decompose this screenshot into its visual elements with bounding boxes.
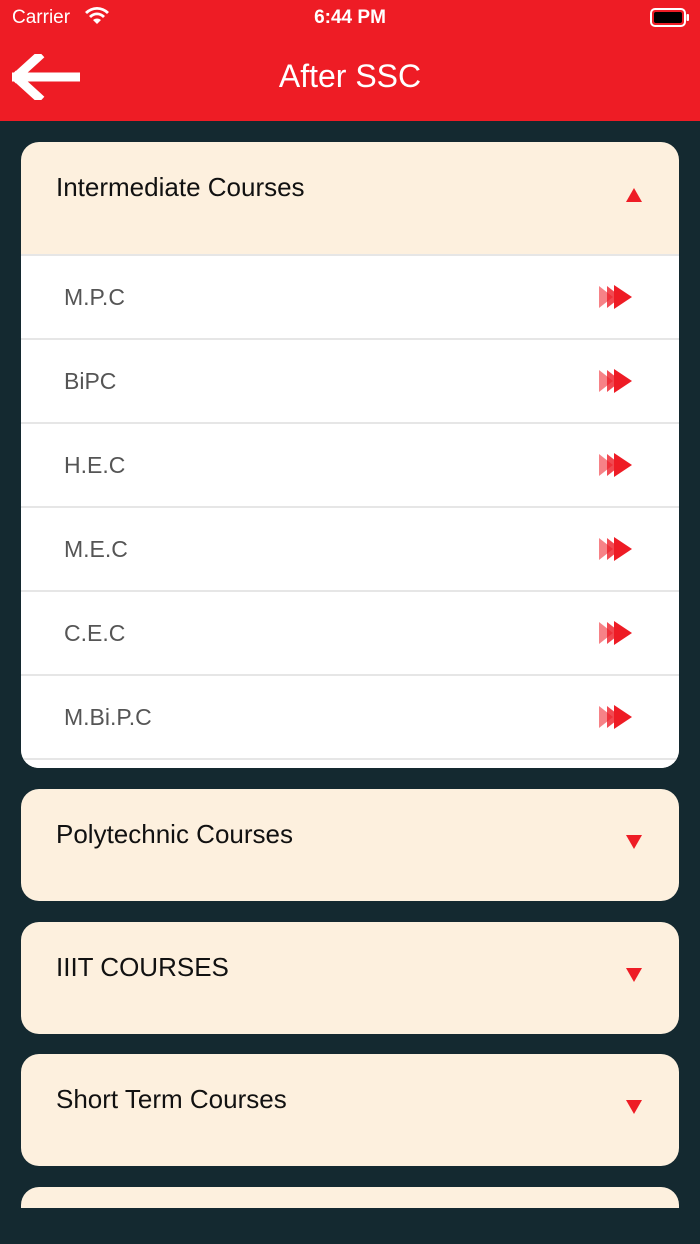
caret-down-icon: [626, 968, 642, 982]
double-arrow-right-icon: [599, 453, 632, 477]
double-arrow-right-icon: [599, 705, 632, 729]
section-card-intermediate: Intermediate Courses M.P.C BiPC H.E.C M.…: [21, 142, 679, 768]
list-item-label: C.E.C: [64, 620, 126, 646]
section-title: Polytechnic Courses: [56, 819, 293, 849]
caret-up-icon: [626, 188, 642, 202]
section-header[interactable]: Polytechnic Courses: [21, 789, 679, 901]
double-arrow-right-icon: [599, 369, 632, 393]
section-header[interactable]: Intermediate Courses: [21, 142, 679, 254]
double-arrow-right-icon: [599, 537, 632, 561]
caret-down-icon: [626, 835, 642, 849]
list-item-label: M.P.C: [64, 284, 125, 310]
section-title: Short Term Courses: [56, 1084, 287, 1114]
list-item[interactable]: H.E.C: [21, 422, 679, 506]
list-item[interactable]: M.P.C: [21, 254, 679, 338]
section-header[interactable]: Short Term Courses: [21, 1054, 679, 1166]
section-card-iiit: IIIT COURSES: [21, 922, 679, 1034]
list-item-label: H.E.C: [64, 452, 126, 478]
list-item-label: M.Bi.P.C: [64, 704, 152, 730]
double-arrow-right-icon: [599, 621, 632, 645]
section-title: Intermediate Courses: [56, 172, 305, 202]
page-title: After SSC: [278, 58, 422, 94]
caret-down-icon: [626, 1100, 642, 1114]
section-header[interactable]: IIIT COURSES: [21, 922, 679, 1034]
list-item-label: M.E.C: [64, 536, 128, 562]
section-title: IIIT COURSES: [56, 952, 229, 982]
list-item[interactable]: C.E.C: [21, 590, 679, 674]
list-item[interactable]: M.E.C: [21, 506, 679, 590]
status-bar: Carrier 6:44 PM: [0, 0, 700, 36]
section-card-polytechnic: Polytechnic Courses: [21, 789, 679, 901]
status-time: 6:44 PM: [314, 7, 386, 28]
list-item[interactable]: M.Bi.P.C: [21, 674, 679, 758]
battery-icon: [650, 8, 689, 27]
bottom-edge: [0, 1208, 700, 1244]
course-list: M.P.C BiPC H.E.C M.E.C C.E.C M.Bi.P.C: [21, 254, 679, 768]
section-card-short-term: Short Term Courses: [21, 1054, 679, 1166]
list-footer: [21, 758, 679, 768]
list-item[interactable]: BiPC: [21, 338, 679, 422]
list-item-label: BiPC: [64, 368, 117, 394]
app-header: Carrier 6:44 PM After SSC: [0, 0, 700, 121]
double-arrow-right-icon: [599, 285, 632, 309]
